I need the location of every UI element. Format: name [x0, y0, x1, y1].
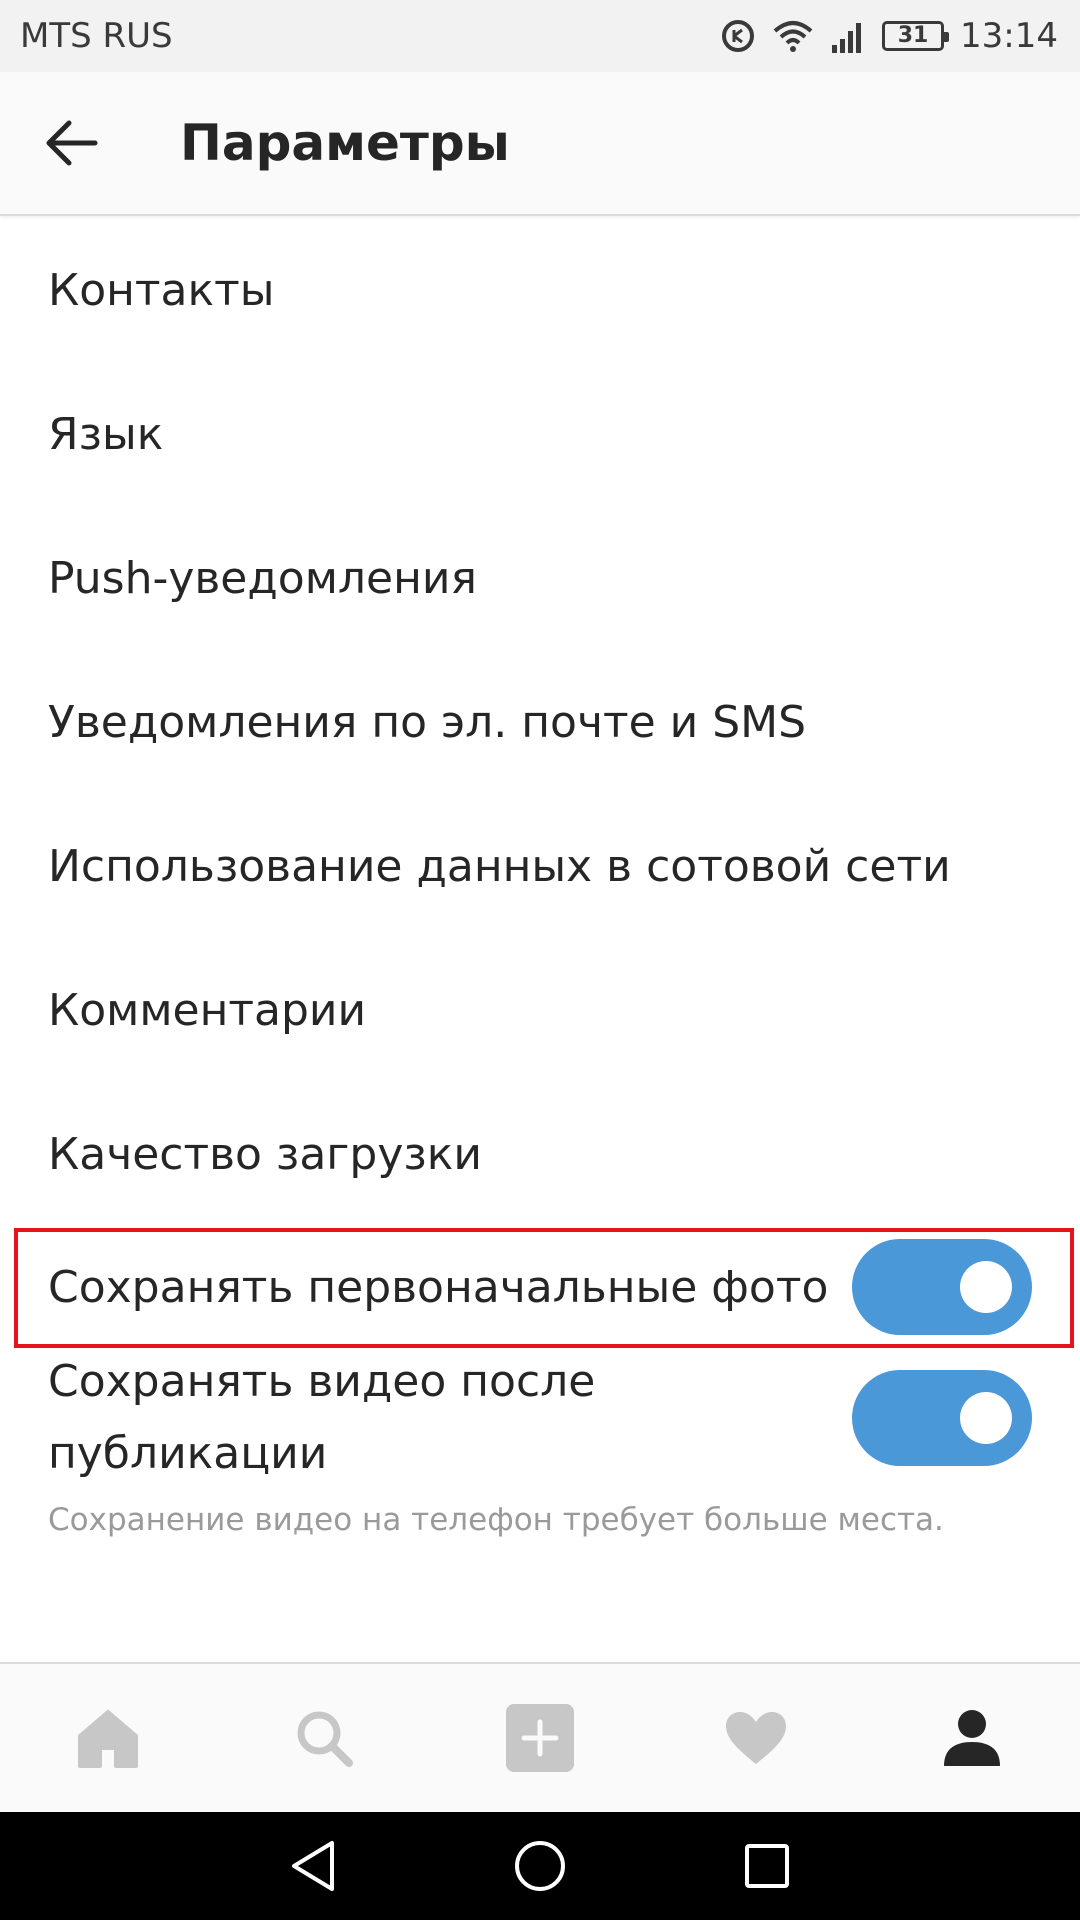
clock: 13:14 [960, 16, 1058, 56]
home-icon [78, 1710, 138, 1768]
activity-heart-icon [726, 1712, 786, 1764]
status-icons: 31 13:14 [720, 16, 1058, 56]
save-videos-caption: Сохранение видео на телефон требует боль… [48, 1502, 944, 1538]
tab-search[interactable] [264, 1678, 384, 1798]
back-button[interactable] [22, 93, 122, 193]
settings-item-email-sms-notifications[interactable]: Уведомления по эл. почте и SMS [0, 650, 1080, 794]
tab-home[interactable] [48, 1678, 168, 1798]
status-bar: MTS RUS 31 13:14 [0, 0, 1080, 72]
tab-add-post[interactable] [480, 1678, 600, 1798]
back-triangle-icon [292, 1841, 335, 1891]
system-recents-button[interactable] [722, 1821, 812, 1911]
back-arrow-icon [46, 120, 98, 166]
bottom-tab-bar [0, 1662, 1080, 1812]
wifi-icon [772, 19, 814, 53]
toggle-knob [960, 1261, 1012, 1313]
system-home-button[interactable] [495, 1821, 585, 1911]
data-saver-icon [720, 18, 756, 54]
settings-item-comments[interactable]: Комментарии [0, 938, 1080, 1082]
carrier-name: MTS RUS [20, 16, 173, 56]
app-bar: Параметры [0, 72, 1080, 216]
settings-list: Контакты Язык Push-уведомления Уведомлен… [0, 218, 1080, 1584]
home-circle-icon [514, 1841, 565, 1891]
recents-square-icon [744, 1844, 789, 1888]
tab-profile[interactable] [912, 1678, 1032, 1798]
settings-item-language[interactable]: Язык [0, 362, 1080, 506]
settings-item-upload-quality[interactable]: Качество загрузки [0, 1082, 1080, 1226]
save-videos-toggle[interactable] [852, 1370, 1032, 1466]
system-back-button[interactable] [268, 1821, 358, 1911]
settings-item-push-notifications[interactable]: Push-уведомления [0, 506, 1080, 650]
add-post-icon [506, 1704, 574, 1772]
save-videos-label: Сохранять видео после публикации [48, 1356, 596, 1479]
save-photos-toggle[interactable] [852, 1239, 1032, 1335]
search-icon [297, 1711, 353, 1767]
battery-icon: 31 [882, 21, 950, 51]
signal-icon [830, 19, 866, 53]
settings-item-save-videos: Сохранять видео после публикации [0, 1348, 1080, 1488]
settings-item-cellular-data-usage[interactable]: Использование данных в сотовой сети [0, 794, 1080, 938]
toggle-knob [960, 1392, 1012, 1444]
profile-icon [944, 1710, 1000, 1766]
save-photos-label: Сохранять первоначальные фото [48, 1261, 829, 1313]
page-title: Параметры [180, 114, 510, 172]
settings-item-contacts[interactable]: Контакты [0, 218, 1080, 362]
tab-activity[interactable] [696, 1678, 816, 1798]
settings-item-save-original-photos: Сохранять первоначальные фото [0, 1226, 1080, 1348]
system-nav-bar [0, 1812, 1080, 1920]
